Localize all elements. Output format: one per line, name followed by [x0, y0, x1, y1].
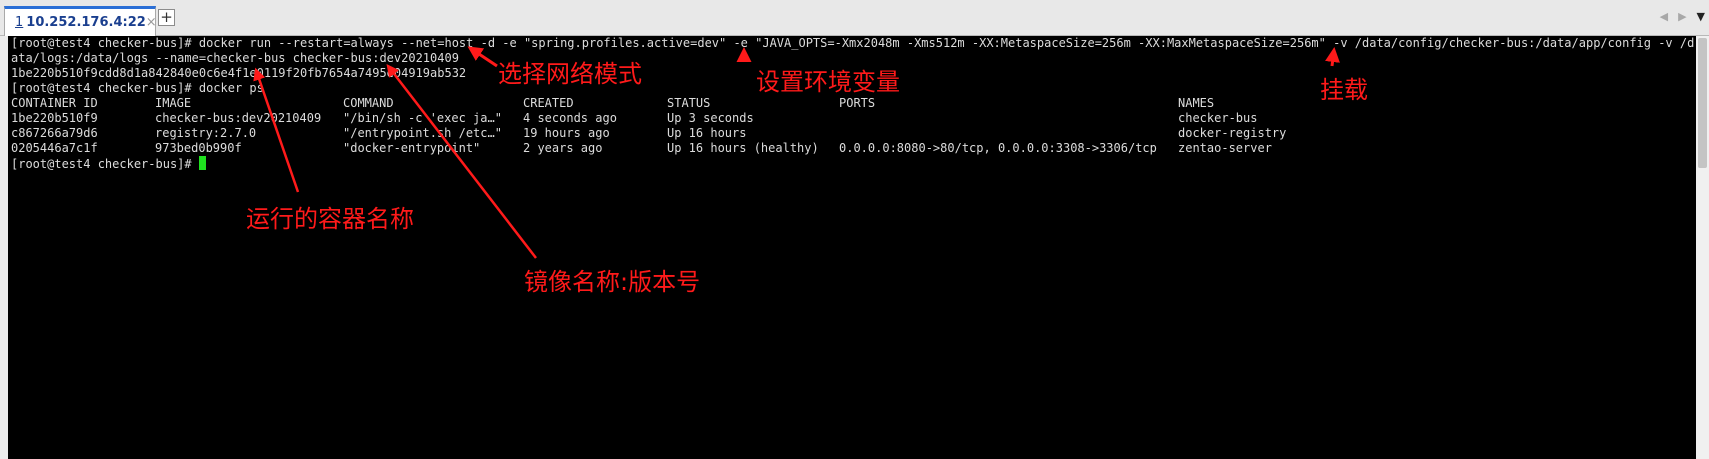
session-tab[interactable]: 1 10.252.176.4:22 × [4, 6, 157, 36]
container-image: checker-bus:dev20210409 [155, 111, 322, 125]
container-status: Up 16 hours (healthy) [667, 141, 819, 155]
container-id: 1be220b510f9 [11, 111, 98, 125]
container-name: checker-bus [1178, 111, 1258, 125]
container-command: "docker-entrypoint" [343, 141, 481, 155]
container-name: zentao-server [1178, 141, 1272, 155]
container-created: 19 hours ago [523, 126, 610, 140]
terminal-line: ata/logs:/data/logs --name=checker-bus c… [11, 51, 459, 65]
container-id: c867266a79d6 [11, 126, 98, 140]
new-tab-button[interactable]: + [158, 9, 175, 26]
container-command: "/bin/sh -c 'exec ja…" [343, 111, 502, 125]
terminal-line: [root@test4 checker-bus]# docker run --r… [11, 36, 1695, 50]
container-image: 973bed0b990f [155, 141, 242, 155]
container-command: "/entrypoint.sh /etc…" [343, 126, 502, 140]
shell-prompt: [root@test4 checker-bus]# [11, 157, 199, 171]
terminal-prompt-line[interactable]: [root@test4 checker-bus]# [11, 156, 206, 171]
tab-next-icon[interactable]: ▶ [1678, 10, 1686, 23]
tab-prev-icon[interactable]: ◀ [1660, 10, 1668, 23]
annotation-mount: 挂载 [1320, 76, 1368, 104]
terminal-line: [root@test4 checker-bus]# docker ps [11, 81, 264, 95]
annotation-container-name: 运行的容器名称 [246, 205, 414, 233]
container-created: 2 years ago [523, 141, 603, 155]
terminal-line: 1be220b510f9cdd8d1a842840e0c6e4f1e0119f2… [11, 66, 467, 80]
container-id: 0205446a7c1f [11, 141, 98, 155]
tab-bar: 1 10.252.176.4:22 × + ◀ ▶ ▼ [0, 0, 1709, 36]
column-header: CONTAINER ID [11, 96, 98, 110]
container-created: 4 seconds ago [523, 111, 617, 125]
tab-number: 1 [15, 15, 24, 30]
terminal-output[interactable]: [root@test4 checker-bus]# docker run --r… [8, 36, 1696, 459]
column-header: STATUS [667, 96, 711, 110]
tab-label: 10.252.176.4:22 [26, 15, 146, 30]
container-image: registry:2.7.0 [155, 126, 257, 140]
column-header: IMAGE [155, 96, 192, 110]
container-status: Up 16 hours [667, 126, 747, 140]
window-left-edge [0, 36, 8, 459]
column-header: COMMAND [343, 96, 394, 110]
column-header: CREATED [523, 96, 574, 110]
container-name: docker-registry [1178, 126, 1287, 140]
close-icon[interactable]: × [146, 15, 157, 30]
text-cursor [198, 156, 206, 170]
container-ports: 0.0.0.0:8080->80/tcp, 0.0.0.0:3308->3306… [839, 141, 1157, 155]
tab-list-dropdown-icon[interactable]: ▼ [1697, 10, 1705, 23]
container-status: Up 3 seconds [667, 111, 754, 125]
tab-nav-controls: ◀ ▶ ▼ [1660, 10, 1705, 23]
vertical-scrollbar[interactable] [1696, 36, 1709, 459]
column-header: PORTS [839, 96, 876, 110]
scrollbar-thumb[interactable] [1698, 38, 1707, 168]
annotation-env-vars: 设置环境变量 [756, 68, 900, 96]
annotation-image-version: 镜像名称:版本号 [524, 268, 701, 296]
column-header: NAMES [1178, 96, 1215, 110]
annotation-network-mode: 选择网络模式 [498, 60, 642, 88]
